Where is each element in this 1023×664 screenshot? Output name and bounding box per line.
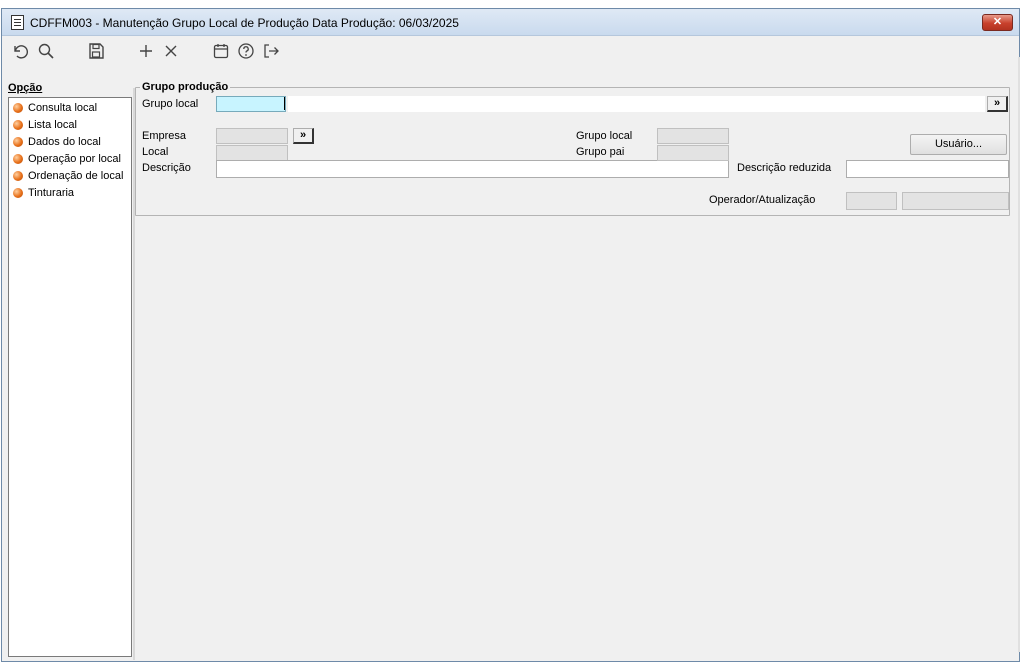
sidebar-item-ordenacao-de-local[interactable]: Ordenação de local (13, 168, 123, 184)
grupo-local-field[interactable] (216, 96, 286, 112)
local-label: Local (142, 146, 169, 158)
grupo-pai-label: Grupo pai (576, 146, 625, 158)
grupo-local-2-label: Grupo local (576, 130, 633, 142)
text-caret (284, 97, 285, 110)
operador-field[interactable] (846, 192, 897, 210)
exit-icon[interactable] (261, 41, 281, 61)
descricao-label: Descrição (142, 162, 191, 174)
sidebar-item-lista-local[interactable]: Lista local (13, 117, 77, 133)
operador-atualizacao-label: Operador/Atualização (709, 194, 816, 206)
grupo-pai-field[interactable] (657, 145, 729, 161)
sidebar-item-label: Tinturaria (28, 187, 75, 199)
close-button[interactable]: ✕ (982, 14, 1013, 31)
bullet-icon (13, 120, 23, 130)
grupo-local-2-field[interactable] (657, 128, 729, 144)
sidebar-item-tinturaria[interactable]: Tinturaria (13, 185, 74, 201)
usuario-button[interactable]: Usuário... (910, 134, 1007, 155)
search-icon[interactable] (36, 41, 56, 61)
grupo-local-lookup-button[interactable]: » (987, 96, 1008, 112)
add-icon[interactable] (136, 41, 156, 61)
sidebar-title: Opção (8, 82, 43, 94)
grupo-local-description-field[interactable] (288, 96, 985, 112)
help-icon[interactable] (236, 41, 256, 61)
empresa-lookup-button[interactable]: » (293, 128, 314, 144)
descricao-reduzida-label: Descrição reduzida (737, 162, 832, 174)
sidebar-item-dados-do-local[interactable]: Dados do local (13, 134, 101, 150)
sidebar-item-label: Lista local (28, 119, 77, 131)
empresa-field[interactable] (216, 128, 288, 144)
bullet-icon (13, 188, 23, 198)
toolbar (2, 36, 1019, 66)
save-icon[interactable] (86, 41, 106, 61)
bullet-icon (13, 154, 23, 164)
document-icon (11, 15, 24, 30)
sidebar-item-operacao-por-local[interactable]: Operação por local (13, 151, 121, 167)
sidebar-item-label: Consulta local (28, 102, 98, 114)
descricao-reduzida-field[interactable] (846, 160, 1009, 178)
title-bar: CDFFM003 - Manutenção Grupo Local de Pro… (2, 9, 1019, 36)
sidebar-item-label: Dados do local (28, 136, 101, 148)
bullet-icon (13, 103, 23, 113)
atualizacao-field[interactable] (902, 192, 1009, 210)
descricao-field[interactable] (216, 160, 729, 178)
local-field[interactable] (216, 145, 288, 161)
sidebar-item-label: Operação por local (28, 153, 121, 165)
sidebar-item-label: Ordenação de local (28, 170, 124, 182)
bullet-icon (13, 137, 23, 147)
right-edge (1018, 57, 1020, 652)
window-title: CDFFM003 - Manutenção Grupo Local de Pro… (30, 16, 459, 30)
group-title: Grupo produção (140, 81, 231, 93)
grupo-local-label: Grupo local (142, 98, 199, 110)
undo-icon[interactable] (10, 41, 30, 61)
sidebar-list: Consulta local Lista local Dados do loca… (8, 97, 132, 657)
calendar-icon[interactable] (211, 41, 231, 61)
delete-icon[interactable] (161, 41, 181, 61)
bullet-icon (13, 171, 23, 181)
empresa-label: Empresa (142, 130, 187, 142)
sidebar-item-consulta-local[interactable]: Consulta local (13, 100, 97, 116)
